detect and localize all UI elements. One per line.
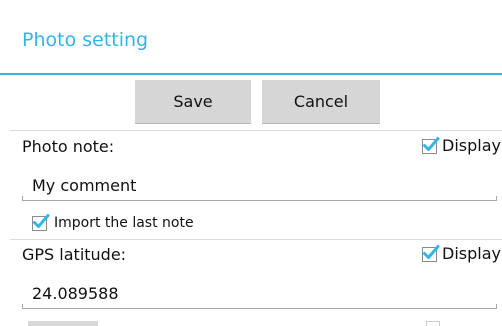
cancel-button[interactable]: Cancel	[262, 80, 380, 124]
import-last-note-label[interactable]: Import the last note	[54, 214, 194, 232]
import-last-note-checkbox[interactable]	[32, 214, 50, 231]
gps-latitude-display-label[interactable]: Display	[442, 245, 501, 263]
checkmark-icon	[423, 137, 440, 151]
divider	[10, 130, 502, 131]
gps-latitude-label: GPS latitude:	[22, 245, 127, 264]
input-tick-right	[496, 196, 497, 201]
photo-note-display-label[interactable]: Display	[442, 137, 501, 155]
photo-note-input[interactable]: My comment	[32, 176, 136, 196]
checkmark-icon	[423, 245, 440, 259]
save-button[interactable]: Save	[135, 80, 251, 124]
checkmark-icon	[33, 214, 50, 228]
input-tick-left	[22, 304, 23, 309]
next-row-label-cutoff	[28, 321, 108, 326]
photo-note-label: Photo note:	[22, 137, 115, 156]
divider	[10, 239, 502, 240]
photo-note-input-underline	[22, 200, 497, 201]
next-row-checkbox-cutoff[interactable]	[426, 321, 440, 326]
input-tick-left	[22, 196, 23, 201]
dialog-title: Photo setting	[22, 29, 149, 51]
gps-latitude-input-underline	[22, 308, 497, 309]
gps-latitude-input[interactable]: 24.089588	[32, 284, 119, 304]
photo-setting-dialog: Photo setting Save Cancel Photo note: Di…	[0, 0, 502, 326]
dialog-title-bar: Photo setting	[0, 0, 502, 75]
gps-latitude-display-checkbox[interactable]	[422, 245, 440, 262]
photo-note-display-checkbox[interactable]	[422, 137, 440, 154]
input-tick-right	[496, 304, 497, 309]
button-row	[0, 75, 502, 130]
